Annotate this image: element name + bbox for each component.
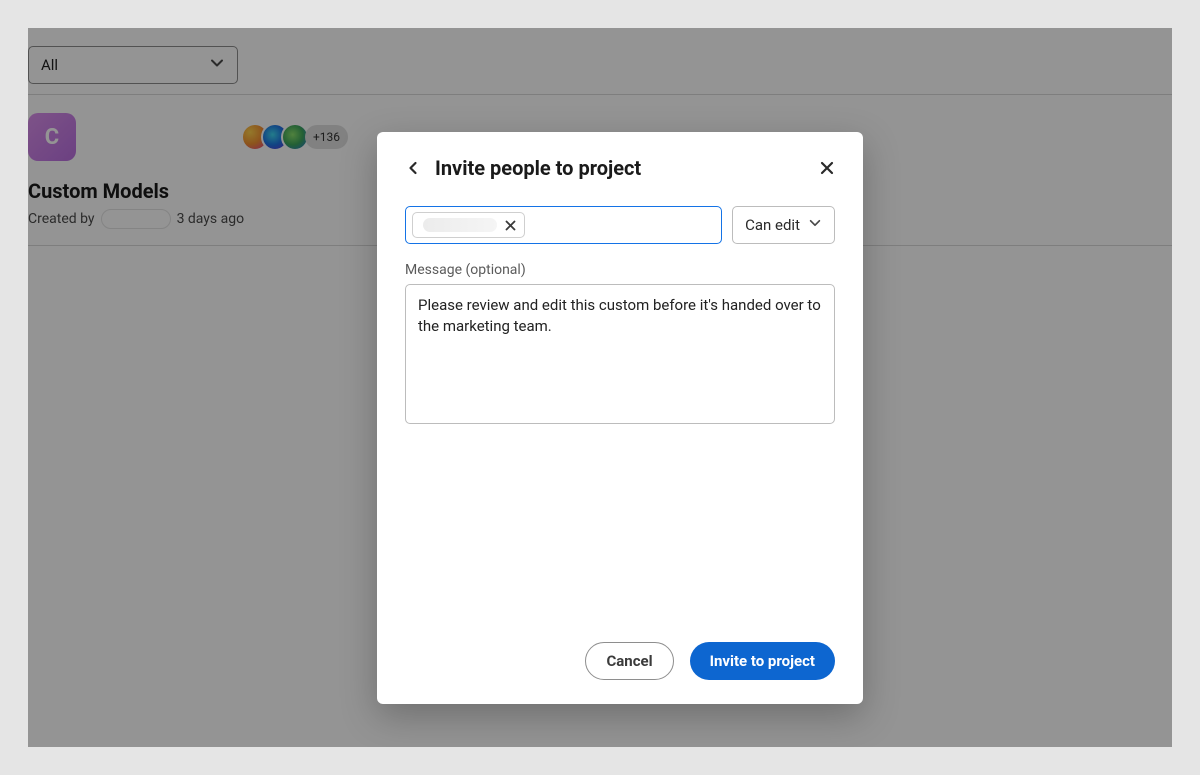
invitee-name-redacted xyxy=(423,218,497,232)
invite-button[interactable]: Invite to project xyxy=(690,642,835,680)
remove-chip-icon[interactable] xyxy=(505,220,516,231)
invite-modal: Invite people to project Can edit xyxy=(377,132,863,704)
invitee-chip xyxy=(412,212,525,238)
close-icon[interactable] xyxy=(819,160,835,176)
permission-dropdown[interactable]: Can edit xyxy=(732,206,835,244)
message-textarea[interactable] xyxy=(405,284,835,424)
permission-label: Can edit xyxy=(745,216,800,234)
invitees-input[interactable] xyxy=(405,206,722,244)
message-label: Message (optional) xyxy=(405,262,835,278)
modal-title: Invite people to project xyxy=(435,156,805,180)
chevron-down-icon xyxy=(808,216,822,234)
cancel-button[interactable]: Cancel xyxy=(585,642,673,680)
back-icon[interactable] xyxy=(405,160,421,176)
